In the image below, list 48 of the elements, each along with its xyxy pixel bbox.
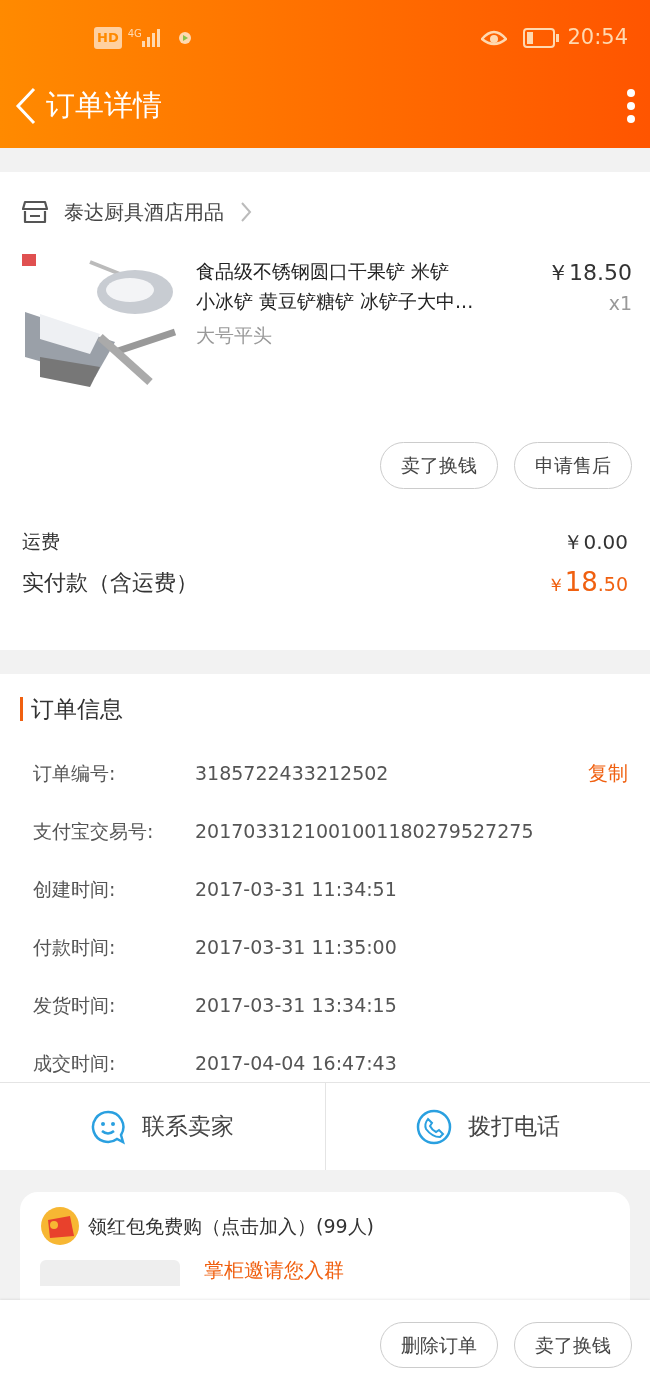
action-button[interactable]: 卖了换钱 <box>380 442 498 489</box>
more-icon[interactable] <box>626 89 636 123</box>
contact-button[interactable]: 拨打电话 <box>324 1083 650 1170</box>
group-title: 领红包免费购（点击加入）(99人) <box>88 1213 374 1239</box>
fee-label: 运费 <box>22 529 60 555</box>
eye-icon <box>481 29 508 47</box>
group-card[interactable]: 领红包免费购（点击加入）(99人) 掌柜邀请您入群 <box>20 1192 630 1300</box>
info-label: 订单编号: <box>33 760 117 786</box>
info-label: 支付宝交易号: <box>33 818 155 844</box>
info-label: 创建时间: <box>33 876 117 902</box>
info-value: 2017-03-31 11:35:00 <box>195 934 398 960</box>
play-icon <box>177 31 192 45</box>
phone-icon <box>415 1108 452 1145</box>
chevron-icon[interactable] <box>240 201 252 223</box>
total-label: 实付款（含运费） <box>22 568 198 597</box>
contact-button[interactable]: 联系卖家 <box>0 1083 325 1170</box>
total-amount: ￥18.50 <box>546 565 628 599</box>
envelope-icon <box>40 1206 80 1246</box>
section-title: 订单信息 <box>31 694 123 724</box>
action-button[interactable]: 申请售后 <box>514 442 632 489</box>
info-label: 成交时间: <box>33 1050 117 1076</box>
info-value: 2017-03-31 13:34:15 <box>195 992 398 1018</box>
page-title: 订单详情 <box>46 87 162 125</box>
network-label: 4G <box>127 27 142 41</box>
group-invite: 掌柜邀请您入群 <box>204 1260 344 1284</box>
product-quantity: x1 <box>607 291 632 316</box>
hd-indicator: HD <box>94 27 122 49</box>
product-variant: 大号平头 <box>196 322 273 348</box>
fee-value: ￥0.00 <box>563 528 628 556</box>
footer-button[interactable]: 删除订单 <box>380 1321 498 1369</box>
section-marker <box>20 697 23 721</box>
battery-icon <box>523 28 560 48</box>
clock: 20:54 <box>567 24 628 52</box>
shop-name[interactable]: 泰达厨具酒店用品 <box>64 197 224 227</box>
chat-icon <box>90 1108 127 1145</box>
info-value: 2017033121001001180279527275 <box>195 818 535 844</box>
info-value: 2017-04-04 16:47:43 <box>195 1050 398 1076</box>
footer-button[interactable]: 卖了换钱 <box>514 1321 632 1369</box>
product-title[interactable]: 食品级不锈钢圆口干果铲 米铲 <box>196 256 542 287</box>
signal-icon <box>141 29 162 47</box>
product-title[interactable]: 小冰铲 黄豆铲糖铲 冰铲子大中... <box>196 286 542 317</box>
info-label: 付款时间: <box>33 934 117 960</box>
info-label: 发货时间: <box>33 992 117 1018</box>
product-price: ￥18.50 <box>546 259 632 287</box>
info-value: 3185722433212502 <box>195 760 390 786</box>
store-icon <box>22 200 48 224</box>
back-icon[interactable] <box>14 87 38 125</box>
info-value: 2017-03-31 11:34:51 <box>195 876 398 902</box>
